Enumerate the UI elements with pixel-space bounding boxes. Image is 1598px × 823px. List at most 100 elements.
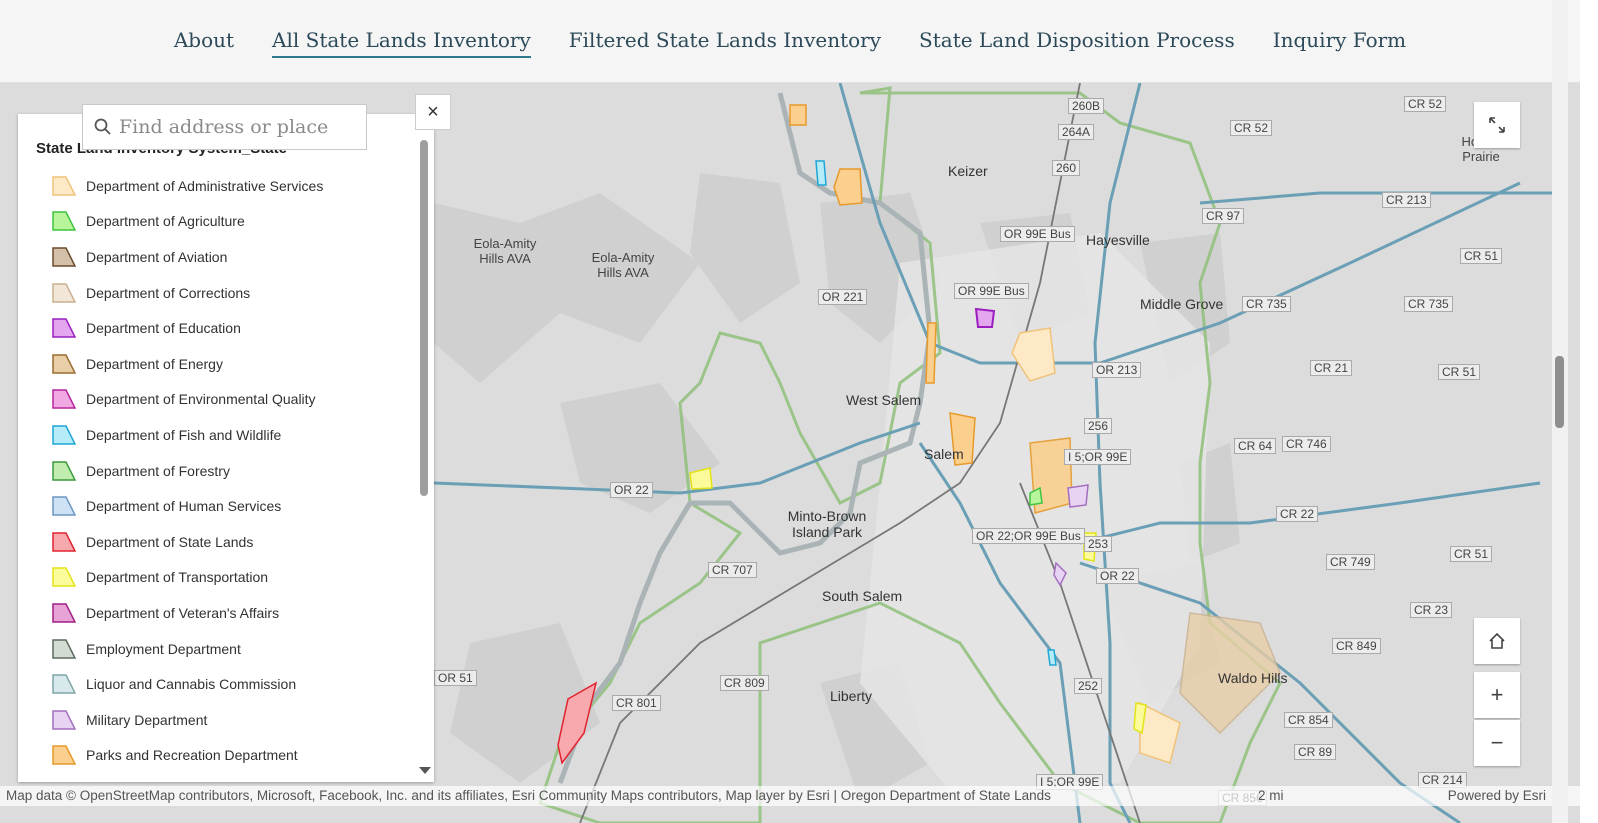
road-label: CR 89 xyxy=(1294,744,1337,760)
legend-item: Department of State Lands xyxy=(52,524,323,560)
legend-item-label: Department of Education xyxy=(86,320,241,337)
close-icon: × xyxy=(427,100,439,123)
road-label: 264A xyxy=(1058,124,1095,140)
legend-swatch-icon xyxy=(52,603,76,623)
road-label: 256 xyxy=(1084,418,1113,434)
road-label: CR 746 xyxy=(1282,436,1331,452)
expand-icon xyxy=(1489,117,1505,133)
legend-item: Department of Energy xyxy=(52,346,323,382)
road-label: 253 xyxy=(1084,536,1113,552)
attribution-text: Map data © OpenStreetMap contributors, M… xyxy=(6,788,1051,803)
search-box xyxy=(82,104,367,150)
search-input[interactable] xyxy=(117,115,361,139)
page-scrollbar[interactable] xyxy=(1552,0,1568,823)
nav-item-all-state-lands-inventory[interactable]: All State Lands Inventory xyxy=(272,28,531,58)
legend-swatch-icon xyxy=(52,567,76,588)
road-label: CR 213 xyxy=(1382,192,1431,208)
nav-menu: About All State Lands Inventory Filtered S… xyxy=(0,28,1580,58)
legend-item: Employment Department xyxy=(52,631,323,667)
top-navigation: About All State Lands Inventory Filtered S… xyxy=(0,0,1580,83)
zoom-in-button[interactable]: + xyxy=(1474,672,1520,718)
road-label: OR 22 xyxy=(610,482,653,498)
legend-item-label: Department of Fish and Wildlife xyxy=(86,426,282,443)
legend-item-label: Department of Transportation xyxy=(86,569,269,586)
legend-item: Department of Corrections xyxy=(52,275,323,311)
legend-item-label: Department of Corrections xyxy=(86,284,251,301)
legend-list: Department of Administrative Services Dep… xyxy=(52,168,323,773)
legend-item-label: Department of State Lands xyxy=(86,533,254,550)
place-label: Minto-Brown Island Park xyxy=(787,508,867,540)
legend-item-label: Employment Department xyxy=(86,640,241,657)
legend-item: Department of Transportation xyxy=(52,560,323,596)
legend-swatch-icon xyxy=(52,354,76,374)
nav-item-state-land-disposition-process[interactable]: State Land Disposition Process xyxy=(919,28,1235,58)
place-label: Hayesville xyxy=(1086,232,1150,248)
road-label: OR 99E Bus xyxy=(1000,226,1075,242)
legend-item: Liquor and Cannabis Commission xyxy=(52,666,323,702)
road-label: CR 52 xyxy=(1404,96,1447,112)
road-label: CR 21 xyxy=(1310,360,1353,376)
road-label: OR 221 xyxy=(818,289,868,305)
legend-swatch-icon xyxy=(52,531,76,552)
legend-swatch-icon xyxy=(52,460,76,481)
legend-swatch-icon xyxy=(52,709,76,730)
place-label: West Salem xyxy=(846,392,922,408)
road-label: CR 51 xyxy=(1438,364,1481,380)
legend-item: Department of Fish and Wildlife xyxy=(52,417,323,453)
place-label: Middle Grove xyxy=(1140,296,1224,312)
legend-item: Department of Aviation xyxy=(52,239,323,275)
legend-swatch-icon xyxy=(52,425,76,445)
legend-scrollbar[interactable] xyxy=(420,140,428,752)
legend-swatch-icon xyxy=(52,318,76,338)
powered-by-esri[interactable]: Powered by Esri xyxy=(1448,786,1546,806)
legend-item: Department of Administrative Services xyxy=(52,168,323,204)
place-label: South Salem xyxy=(822,588,903,604)
legend-item: Department of Human Services xyxy=(52,488,323,524)
nav-item-filtered-state-lands-inventory[interactable]: Filtered State Lands Inventory xyxy=(569,28,881,58)
legend-item: Department of Environmental Quality xyxy=(52,382,323,418)
road-label: CR 23 xyxy=(1410,602,1453,618)
legend-swatch-icon xyxy=(52,745,76,766)
road-label: CR 51 xyxy=(1460,248,1503,264)
nav-item-inquiry-form[interactable]: Inquiry Form xyxy=(1273,28,1406,58)
fullscreen-button[interactable] xyxy=(1474,102,1520,148)
legend-item: Military Department xyxy=(52,702,323,738)
legend-item-label: Liquor and Cannabis Commission xyxy=(86,676,297,693)
close-legend-button[interactable]: × xyxy=(415,94,451,130)
legend-item-label: Department of Forestry xyxy=(86,462,230,479)
road-label: CR 22 xyxy=(1276,506,1319,522)
place-label: Eola-Amity Hills AVA xyxy=(591,250,655,280)
legend-swatch-icon xyxy=(52,496,76,516)
road-label: CR 801 xyxy=(612,695,661,711)
road-label: CR 735 xyxy=(1404,296,1453,312)
legend-swatch-icon xyxy=(52,638,76,659)
road-label: OR 22;OR 99E Bus xyxy=(972,528,1085,544)
legend-item-label: Military Department xyxy=(86,711,208,728)
legend-item-label: Department of Veteran's Affairs xyxy=(86,604,280,621)
map-attribution-bar: Map data © OpenStreetMap contributors, M… xyxy=(0,786,1580,806)
road-label: OR 51 xyxy=(434,670,477,686)
road-label: CR 749 xyxy=(1326,554,1375,570)
legend-swatch-icon xyxy=(52,211,76,232)
legend-scroll-down-arrow-icon[interactable] xyxy=(419,767,431,774)
home-icon xyxy=(1489,632,1505,649)
place-label: Keizer xyxy=(948,163,988,179)
legend-item: Department of Veteran's Affairs xyxy=(52,595,323,631)
zoom-out-button[interactable]: − xyxy=(1474,720,1520,766)
legend-swatch-icon xyxy=(52,247,76,267)
home-button[interactable] xyxy=(1474,618,1520,664)
road-label: 260 xyxy=(1052,160,1081,176)
legend-item-label: Department of Environmental Quality xyxy=(86,391,316,408)
legend-item-label: Department of Energy xyxy=(86,355,223,372)
legend-swatch-icon xyxy=(52,282,76,303)
nav-item-about[interactable]: About xyxy=(174,28,234,58)
page-scroll-thumb[interactable] xyxy=(1555,356,1564,428)
road-label: CR 64 xyxy=(1234,438,1277,454)
road-label: 260B xyxy=(1068,98,1105,114)
legend-scroll-thumb[interactable] xyxy=(420,140,428,496)
road-label: CR 51 xyxy=(1450,546,1493,562)
road-label: CR 97 xyxy=(1202,208,1245,224)
legend-item-label: Parks and Recreation Department xyxy=(86,747,298,764)
legend-item: Department of Agriculture xyxy=(52,204,323,240)
legend-item-label: Department of Agriculture xyxy=(86,213,245,230)
